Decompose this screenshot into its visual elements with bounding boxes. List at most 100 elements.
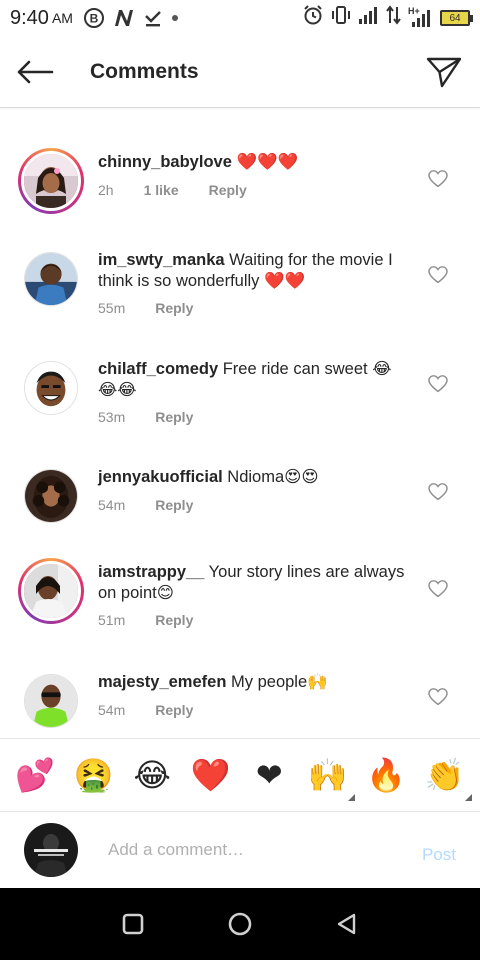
- comment-body: ❤️❤️❤️: [231, 153, 299, 171]
- dot-icon: [171, 14, 179, 22]
- comments-list[interactable]: chinny_babylove ❤️❤️❤️ 2h 1 like Reply i…: [0, 110, 480, 738]
- comment-time: 54m: [98, 497, 126, 513]
- comment-username[interactable]: chinny_babylove: [98, 153, 232, 171]
- avatar-image: [25, 253, 77, 305]
- back-nav-button[interactable]: [327, 904, 367, 944]
- emoji-vomiting-face[interactable]: 🤮: [71, 759, 117, 791]
- emoji-fire[interactable]: 🔥: [363, 759, 409, 791]
- avatar-image: [25, 362, 77, 414]
- comment-item: chinny_babylove ❤️❤️❤️ 2h 1 like Reply: [0, 148, 480, 248]
- comment-username[interactable]: majesty_emefen: [98, 673, 226, 691]
- add-comment-input[interactable]: [108, 840, 398, 860]
- comment-text: chinny_babylove ❤️❤️❤️: [98, 152, 410, 173]
- comment-item: iamstrappy__ Your story lines are always…: [0, 558, 480, 658]
- signal-icon: [358, 5, 380, 31]
- heart-icon[interactable]: [428, 483, 448, 501]
- comment-item: chilaff_comedy Free ride can sweet 😂😂😂 5…: [0, 359, 480, 459]
- comment-text: jennyakuofficial Ndioma😍😍: [98, 467, 410, 488]
- comments-header: Comments: [0, 36, 480, 108]
- avatar-image: [24, 154, 78, 208]
- comment-time: 54m: [98, 702, 126, 718]
- status-time: 9:40: [10, 6, 49, 29]
- avatar-image: [24, 564, 78, 618]
- comment-meta: 54m Reply: [98, 702, 223, 718]
- heart-icon[interactable]: [428, 170, 448, 188]
- heart-icon[interactable]: [428, 688, 448, 706]
- reply-button[interactable]: Reply: [155, 300, 193, 316]
- emoji-tears-of-joy[interactable]: 😂: [129, 759, 175, 791]
- triangle-back-icon: [337, 913, 355, 935]
- comment-meta: 51m Reply: [98, 612, 223, 628]
- comment-username[interactable]: iamstrappy__: [98, 563, 204, 581]
- heart-icon[interactable]: [428, 580, 448, 598]
- reply-button[interactable]: Reply: [155, 702, 193, 718]
- emoji-two-hearts[interactable]: 💕: [12, 759, 58, 791]
- comment-item: majesty_emefen My people🙌 54m Reply: [0, 672, 480, 738]
- comment-time: 2h: [98, 182, 114, 198]
- arrow-left-icon: [17, 60, 54, 83]
- b-circle-icon: B: [83, 7, 105, 29]
- emoji-red-heart[interactable]: ❤️: [188, 759, 234, 791]
- comment-item: jennyakuofficial Ndioma😍😍 54m Reply: [0, 467, 480, 547]
- comment-username[interactable]: jennyakuofficial: [98, 468, 223, 486]
- home-button[interactable]: [220, 904, 260, 944]
- comment-username[interactable]: im_swty_manka: [98, 251, 225, 269]
- comment-text: chilaff_comedy Free ride can sweet 😂😂😂: [98, 359, 410, 401]
- hplus-signal-icon: H+: [408, 6, 434, 28]
- reply-button[interactable]: Reply: [209, 182, 247, 198]
- emoji-quick-bar: 💕 🤮 😂 ❤️ ❤ 🙌 🔥 👏: [0, 738, 480, 812]
- circle-icon: [228, 912, 252, 936]
- paper-plane-icon: [426, 57, 462, 87]
- avatar[interactable]: [24, 252, 78, 306]
- system-nav-bar: [0, 888, 480, 960]
- comment-body: Ndioma😍😍: [222, 468, 319, 486]
- comment-item: im_swty_manka Waiting for the movie I th…: [0, 250, 480, 350]
- emoji-heart[interactable]: ❤: [246, 759, 292, 791]
- status-right-group: H+ 64: [302, 4, 473, 32]
- avatar-image: [25, 470, 77, 522]
- vibrate-icon: [330, 4, 352, 32]
- comment-time: 53m: [98, 409, 126, 425]
- share-button[interactable]: [408, 36, 480, 108]
- n-app-icon: [113, 8, 135, 28]
- data-transfer-icon: [386, 5, 402, 31]
- comment-time: 55m: [98, 300, 126, 316]
- comment-meta: 53m Reply: [98, 409, 223, 425]
- emoji-raising-hands[interactable]: 🙌: [305, 759, 355, 801]
- comment-body: My people🙌: [226, 673, 328, 691]
- emoji-clapping-hands[interactable]: 👏: [422, 759, 472, 801]
- comment-meta: 2h 1 like Reply: [98, 182, 277, 198]
- heart-icon[interactable]: [428, 375, 448, 393]
- back-button[interactable]: [0, 36, 70, 108]
- comment-meta: 54m Reply: [98, 497, 223, 513]
- comment-meta: 55m Reply: [98, 300, 223, 316]
- page-title: Comments: [90, 59, 199, 83]
- status-bar: 9:40 AM B H+ 64: [0, 0, 480, 36]
- avatar[interactable]: [24, 674, 78, 728]
- square-icon: [123, 913, 144, 935]
- heart-icon[interactable]: [428, 266, 448, 284]
- avatar-image: [24, 823, 78, 877]
- current-user-avatar: [24, 823, 78, 877]
- download-done-icon: [143, 8, 163, 28]
- battery-indicator: 64: [440, 10, 473, 26]
- comment-time: 51m: [98, 612, 126, 628]
- post-button[interactable]: Post: [422, 845, 456, 865]
- comment-username[interactable]: chilaff_comedy: [98, 360, 218, 378]
- avatar[interactable]: [24, 469, 78, 523]
- recent-apps-button[interactable]: [113, 904, 153, 944]
- reply-button[interactable]: Reply: [155, 409, 193, 425]
- reply-button[interactable]: Reply: [155, 612, 193, 628]
- avatar-image: [25, 675, 77, 727]
- avatar[interactable]: [18, 558, 84, 624]
- avatar[interactable]: [24, 361, 78, 415]
- svg-text:B: B: [90, 12, 99, 26]
- avatar[interactable]: [18, 148, 84, 214]
- comment-likes[interactable]: 1 like: [144, 182, 179, 198]
- comment-text: im_swty_manka Waiting for the movie I th…: [98, 250, 410, 292]
- status-ampm: AM: [51, 10, 73, 26]
- add-comment-row: Post: [0, 812, 480, 888]
- reply-button[interactable]: Reply: [155, 497, 193, 513]
- alarm-icon: [302, 4, 324, 32]
- comment-text: iamstrappy__ Your story lines are always…: [98, 562, 410, 604]
